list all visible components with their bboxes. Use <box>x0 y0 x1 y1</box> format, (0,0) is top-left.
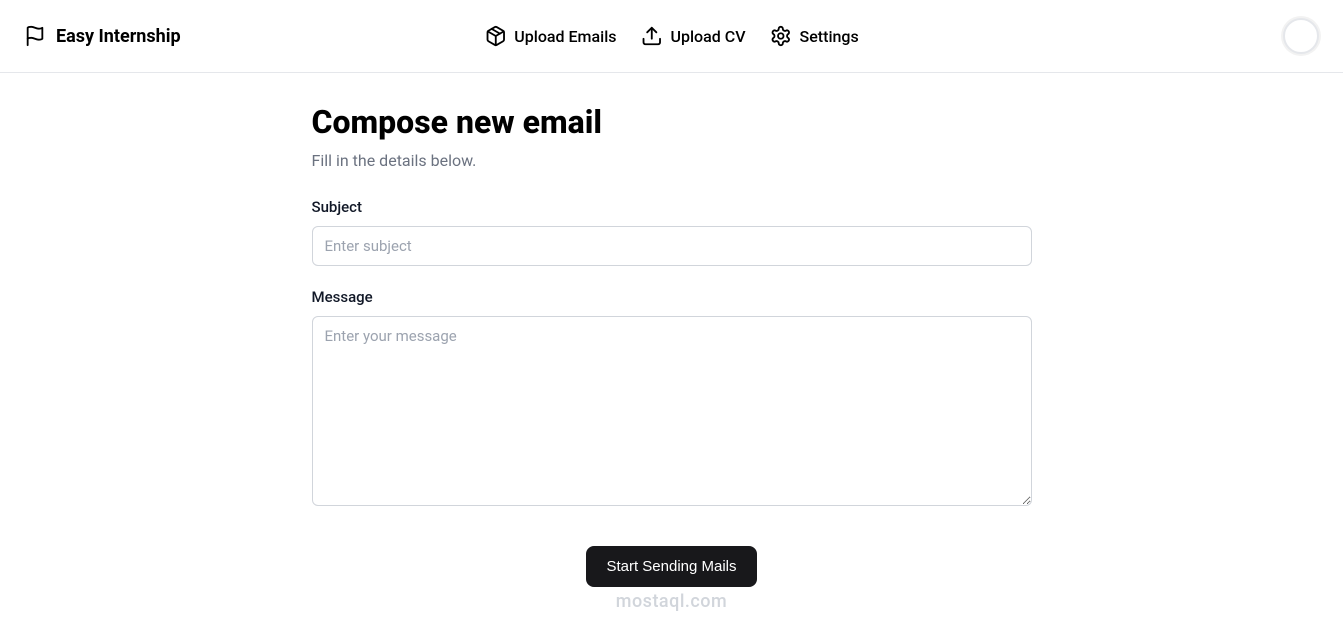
subject-group: Subject <box>312 198 1032 266</box>
main-content: Compose new email Fill in the details be… <box>288 73 1056 642</box>
nav-upload-emails[interactable]: Upload Emails <box>484 25 616 47</box>
message-textarea[interactable] <box>312 316 1032 506</box>
message-label: Message <box>312 288 1032 306</box>
nav-label: Upload Emails <box>514 27 616 46</box>
brand[interactable]: Easy Internship <box>24 25 181 47</box>
avatar[interactable] <box>1283 18 1319 54</box>
brand-name: Easy Internship <box>56 26 181 47</box>
upload-icon <box>641 25 663 47</box>
nav-label: Settings <box>800 27 859 46</box>
subject-label: Subject <box>312 198 1032 216</box>
package-icon <box>484 25 506 47</box>
start-sending-button[interactable]: Start Sending Mails <box>586 546 756 587</box>
nav-label: Upload CV <box>671 27 746 46</box>
nav-upload-cv[interactable]: Upload CV <box>641 25 746 47</box>
message-group: Message <box>312 288 1032 510</box>
page-subtitle: Fill in the details below. <box>312 151 1032 170</box>
submit-area: Start Sending Mails mostaql.com <box>312 532 1032 612</box>
main-nav: Upload Emails Upload CV Settings <box>484 25 858 47</box>
page-title: Compose new email <box>312 103 1032 141</box>
app-header: Easy Internship Upload Emails <box>0 0 1343 73</box>
subject-input[interactable] <box>312 226 1032 266</box>
header-right <box>1283 18 1319 54</box>
flag-icon <box>24 25 46 47</box>
nav-settings[interactable]: Settings <box>770 25 859 47</box>
gear-icon <box>770 25 792 47</box>
